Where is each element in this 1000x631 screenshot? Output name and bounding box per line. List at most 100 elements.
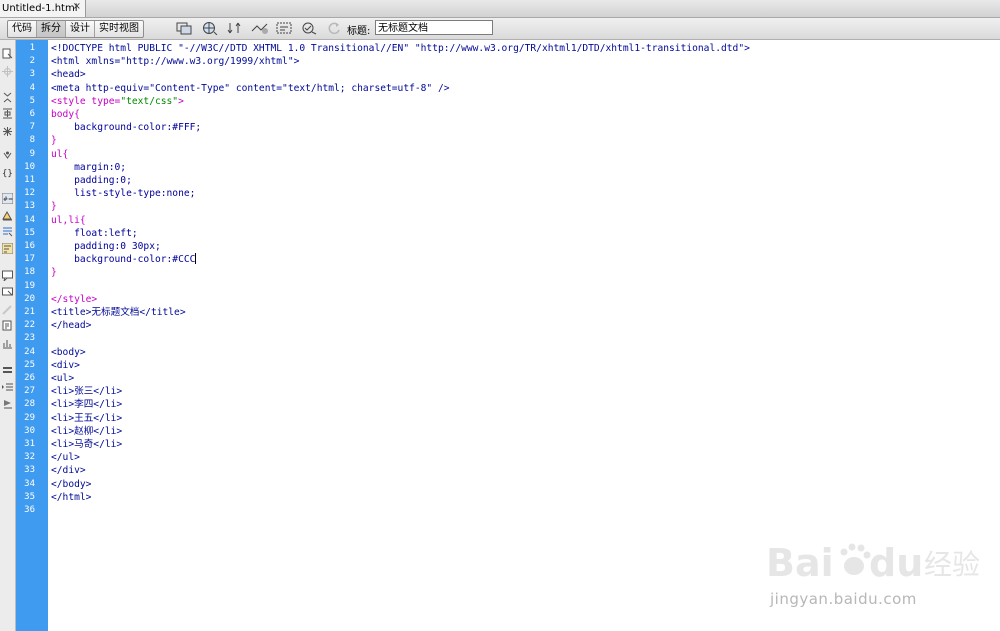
- line-number: 19: [24, 280, 35, 291]
- recent-snippets-icon[interactable]: [2, 338, 13, 349]
- code-line: <li>李四</li>: [51, 399, 123, 411]
- code-line: body{: [51, 109, 80, 120]
- line-number: 21: [24, 307, 35, 317]
- line-number: 33: [24, 465, 35, 476]
- remove-comment-icon[interactable]: [2, 304, 13, 315]
- refresh-icon[interactable]: [325, 20, 345, 36]
- line-number: 36: [24, 505, 35, 515]
- code-line: <li>赵柳</li>: [51, 425, 123, 437]
- line-number: 13: [24, 201, 35, 212]
- outdent-code-icon[interactable]: [2, 398, 13, 409]
- line-number: 12: [24, 188, 35, 199]
- select-parent-tag-icon[interactable]: [2, 150, 13, 161]
- code-line: <div>: [51, 359, 80, 371]
- code-line: <head>: [51, 69, 86, 81]
- line-number: 4: [29, 82, 35, 93]
- line-number: 20: [24, 293, 35, 304]
- line-number: 10: [24, 161, 35, 172]
- code-line: <ul>: [51, 373, 75, 384]
- code-line: background-color:#FFF;: [51, 122, 202, 134]
- code-line: <html xmlns="http://www.w3.org/1999/xhtm…: [51, 56, 300, 68]
- line-number: 24: [24, 346, 35, 357]
- validate-icon[interactable]: [300, 20, 320, 36]
- multiscreen-icon[interactable]: [175, 20, 195, 36]
- code-line: <!DOCTYPE html PUBLIC "-//W3C//DTD XHTML…: [51, 43, 750, 54]
- apply-comment-icon[interactable]: [2, 287, 13, 298]
- code-line: list-style-type:none;: [51, 188, 196, 200]
- line-number: 14: [24, 214, 35, 225]
- design-view-button[interactable]: 设计: [66, 21, 95, 37]
- code-line: padding:0;: [51, 175, 132, 186]
- code-line: <li>张三</li>: [51, 386, 123, 398]
- code-line: <title>无标题文档</title>: [51, 307, 186, 318]
- expand-all-icon[interactable]: [2, 126, 13, 137]
- line-number: 27: [24, 386, 35, 397]
- code-line: </head>: [51, 320, 92, 332]
- document-title-input[interactable]: 无标题文档: [375, 20, 493, 35]
- line-number: 35: [24, 491, 35, 502]
- file-management-icon[interactable]: [225, 20, 245, 36]
- line-number: 32: [24, 452, 35, 463]
- line-numbers-icon[interactable]: #=: [2, 193, 13, 204]
- line-number: 7: [29, 122, 35, 133]
- svg-text:{}: {}: [2, 169, 13, 178]
- visual-aids-icon[interactable]: [275, 20, 295, 36]
- line-number: 1: [29, 43, 35, 53]
- line-number: 8: [29, 135, 35, 146]
- open-documents-icon[interactable]: [2, 48, 13, 59]
- code-line: }: [51, 267, 57, 279]
- code-line: <li>马奇</li>: [51, 439, 123, 450]
- line-number: 29: [24, 412, 35, 423]
- document-tab[interactable]: Untitled-1.html ×: [0, 0, 86, 17]
- word-wrap-icon[interactable]: [2, 243, 13, 254]
- code-view-button[interactable]: 代码: [8, 21, 37, 37]
- show-code-navigator-icon[interactable]: [2, 66, 13, 77]
- line-number: 15: [24, 227, 35, 238]
- line-number: 28: [24, 399, 35, 410]
- info-bar-icon[interactable]: [2, 270, 13, 281]
- code-line: <li>王五</li>: [51, 412, 123, 424]
- line-number: 25: [24, 359, 35, 370]
- line-number: 34: [24, 478, 35, 489]
- line-number-gutter[interactable]: 1 2 3 4 5 6 7 8 9 10 11 12 13 14 15 16 17 18 19 20 21 22 23 24 2…: [16, 40, 48, 631]
- line-number: 18: [24, 267, 35, 278]
- highlight-invalid-code-icon[interactable]: [2, 210, 13, 221]
- code-line: padding:0 30px;: [51, 241, 161, 252]
- line-number: 23: [24, 333, 35, 344]
- code-line: ul{: [51, 148, 69, 160]
- line-number: 16: [24, 241, 35, 251]
- close-icon[interactable]: ×: [73, 1, 81, 12]
- live-view-button[interactable]: 实时视图: [95, 21, 143, 37]
- browser-preview-icon[interactable]: [200, 20, 220, 36]
- line-number: 30: [24, 425, 35, 436]
- line-number: 3: [29, 69, 35, 80]
- code-line: <style type="text/css">: [51, 95, 184, 107]
- code-line: }: [51, 201, 57, 213]
- collapse-selection-icon[interactable]: [2, 108, 13, 119]
- code-line: float:left;: [51, 227, 138, 239]
- code-line: margin:0;: [51, 161, 127, 173]
- document-toolbar: 代码 拆分 设计 实时视图 标题: 无标题文档: [0, 18, 1000, 40]
- collapse-full-tag-icon[interactable]: [2, 92, 13, 103]
- document-tools: [175, 20, 345, 36]
- indent-code-icon[interactable]: [2, 381, 13, 392]
- code-line: </ul>: [51, 452, 80, 464]
- document-tab-bar: Untitled-1.html ×: [0, 0, 1000, 18]
- text-caret: [195, 253, 197, 265]
- move-css-icon[interactable]: [2, 364, 13, 375]
- split-view-button[interactable]: 拆分: [37, 21, 66, 37]
- code-line: </div>: [51, 465, 86, 477]
- wrap-tag-icon[interactable]: [2, 320, 13, 331]
- line-number: 2: [29, 56, 35, 67]
- svg-text:#=: #=: [3, 196, 13, 203]
- line-number: 5: [29, 95, 35, 106]
- line-number: 6: [29, 109, 35, 119]
- code-line: ul,li{: [51, 214, 86, 226]
- syntax-coloring-icon[interactable]: [2, 226, 13, 237]
- watermark-url: jingyan.baidu.com: [770, 590, 917, 608]
- balance-braces-icon[interactable]: {}: [2, 167, 13, 178]
- line-number: 9: [29, 148, 35, 159]
- debug-icon[interactable]: [250, 20, 270, 36]
- code-line: </style>: [51, 293, 98, 305]
- line-number: 11: [24, 175, 35, 185]
